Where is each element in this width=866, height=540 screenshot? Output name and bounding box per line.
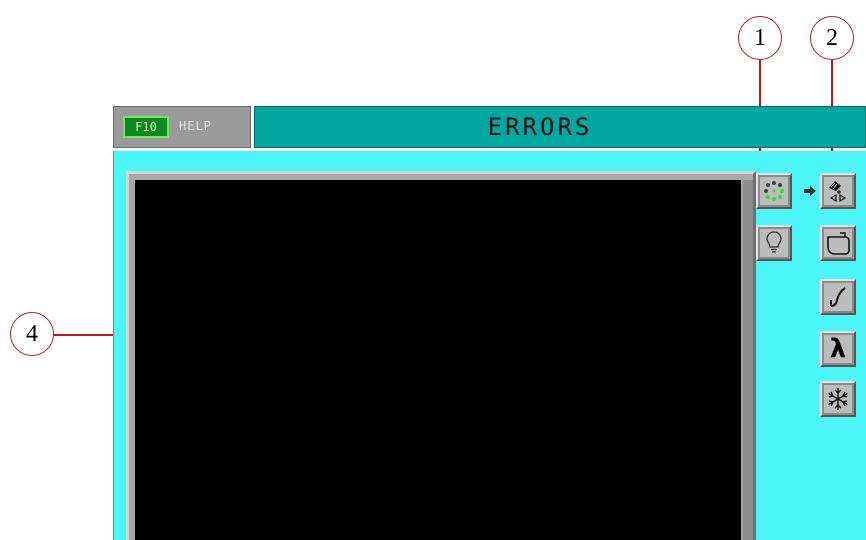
lightbulb-icon: [760, 229, 788, 257]
snowflake-icon: [824, 385, 852, 413]
help-button[interactable]: F10 HELP: [113, 106, 251, 148]
lambda-icon: λ: [824, 335, 852, 363]
lambda-glyph: λ: [829, 334, 847, 364]
title-bar: ERRORS: [254, 106, 866, 148]
error-list-area[interactable]: [135, 180, 741, 540]
arrow-right-icon: [804, 186, 816, 196]
help-label: HELP: [179, 119, 212, 133]
page-title: ERRORS: [487, 113, 593, 141]
error-list-scrollbar[interactable]: [743, 180, 753, 540]
mold-button[interactable]: [820, 225, 856, 261]
f10-key: F10: [123, 116, 169, 138]
callout-2: 2: [810, 16, 854, 60]
error-indicator-button[interactable]: [756, 173, 792, 209]
callout-4: 4: [10, 312, 54, 356]
lightbulb-button[interactable]: [756, 225, 792, 261]
main-panel: [113, 151, 866, 540]
curve-button[interactable]: [820, 279, 856, 315]
snowflake-button[interactable]: [820, 381, 856, 417]
robot-arm-button[interactable]: [820, 173, 856, 209]
robot-arm-icon: [824, 177, 852, 205]
error-display-frame: [126, 171, 756, 540]
error-indicator-icon: [760, 177, 788, 205]
lambda-button[interactable]: λ: [820, 331, 856, 367]
mold-icon: [824, 229, 852, 257]
curve-icon: [824, 283, 852, 311]
callout-1: 1: [738, 16, 782, 60]
